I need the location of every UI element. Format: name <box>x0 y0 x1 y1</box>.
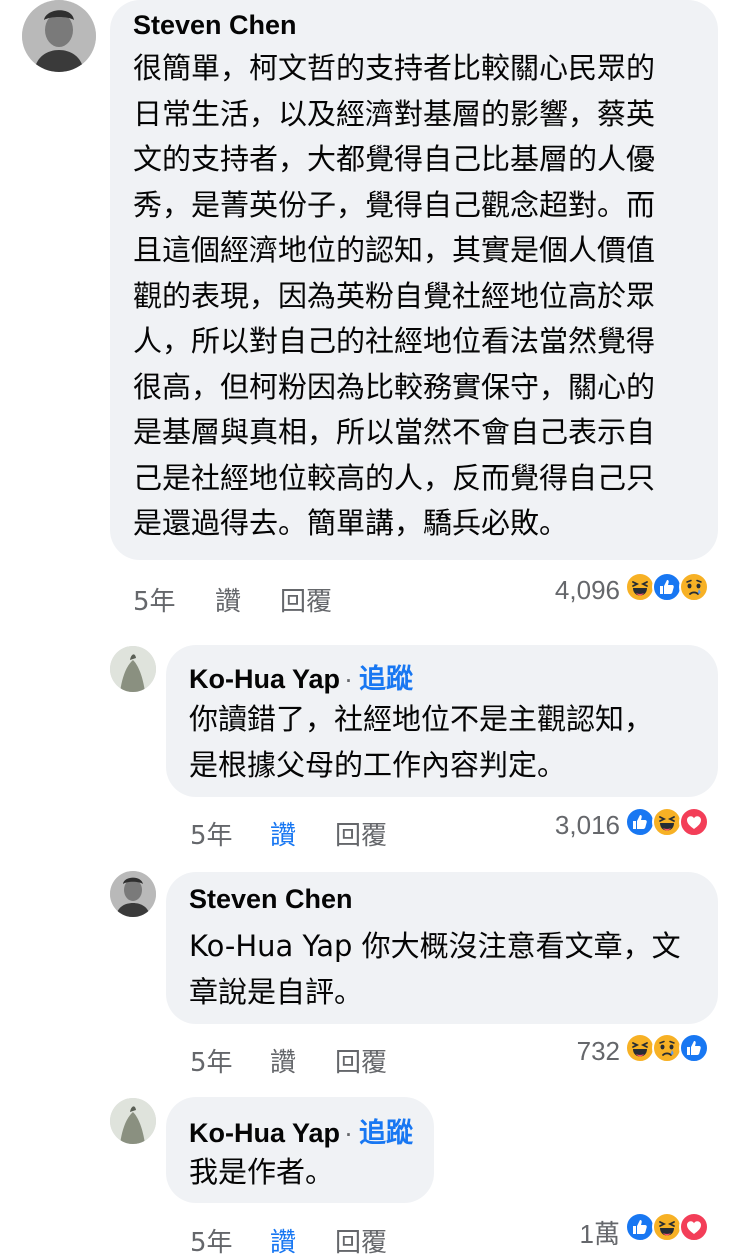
reaction-count[interactable]: 732 <box>577 1036 620 1067</box>
separator-dot: · <box>344 1118 354 1148</box>
reply-button[interactable]: 回覆 <box>335 1042 387 1079</box>
haha-icon <box>625 1033 655 1063</box>
comment-text: 你讀錯了，社經地位不是主觀認知， 是根據父母的工作內容判定。 <box>189 702 654 782</box>
like-icon <box>679 1033 709 1063</box>
avatar[interactable] <box>110 871 156 917</box>
timestamp[interactable]: 5年 <box>190 815 233 852</box>
timestamp[interactable]: 5年 <box>190 1042 233 1079</box>
comment-author[interactable]: Steven Chen <box>189 884 353 915</box>
like-icon <box>625 1212 655 1242</box>
comment-author[interactable]: Ko-Hua Yap · 追蹤 <box>189 657 413 696</box>
avatar[interactable] <box>110 646 156 692</box>
reaction-icons[interactable] <box>625 1212 709 1242</box>
haha-icon <box>652 1212 682 1242</box>
comment-author[interactable]: Ko-Hua Yap · 追蹤 <box>189 1111 413 1150</box>
comment-text: Ko-Hua Yap 你大概沒注意看文章，文 章說是自評。 <box>189 929 681 1009</box>
reply-button[interactable]: 回覆 <box>280 581 332 618</box>
reaction-icons[interactable] <box>625 572 709 602</box>
haha-icon <box>625 572 655 602</box>
like-button[interactable]: 讚 <box>270 1222 296 1259</box>
like-button[interactable]: 讚 <box>270 815 296 852</box>
reaction-count[interactable]: 3,016 <box>555 810 620 841</box>
sad-icon <box>679 572 709 602</box>
timestamp[interactable]: 5年 <box>190 1222 233 1259</box>
comment-author[interactable]: Steven Chen <box>133 10 297 41</box>
timestamp[interactable]: 5年 <box>133 581 176 618</box>
reaction-icons[interactable] <box>625 807 709 837</box>
avatar[interactable] <box>22 0 96 72</box>
reply-button[interactable]: 回覆 <box>335 815 387 852</box>
comment-text: 很簡單，柯文哲的支持者比較關心民眾的 日常生活，以及經濟對基層的影響，蔡英 文的… <box>133 51 656 540</box>
follow-button[interactable]: 追蹤 <box>359 664 413 695</box>
like-icon <box>652 572 682 602</box>
follow-button[interactable]: 追蹤 <box>359 1118 413 1149</box>
reaction-count[interactable]: 1萬 <box>580 1214 620 1251</box>
like-icon <box>625 807 655 837</box>
haha-icon <box>652 807 682 837</box>
avatar[interactable] <box>110 1098 156 1144</box>
sad-icon <box>652 1033 682 1063</box>
reaction-count[interactable]: 4,096 <box>555 575 620 606</box>
like-button[interactable]: 讚 <box>215 581 241 618</box>
love-icon <box>679 807 709 837</box>
reply-button[interactable]: 回覆 <box>335 1222 387 1259</box>
love-icon <box>679 1212 709 1242</box>
separator-dot: · <box>344 664 354 694</box>
reaction-icons[interactable] <box>625 1033 709 1063</box>
comment-text: 我是作者。 <box>189 1155 335 1189</box>
like-button[interactable]: 讚 <box>270 1042 296 1079</box>
